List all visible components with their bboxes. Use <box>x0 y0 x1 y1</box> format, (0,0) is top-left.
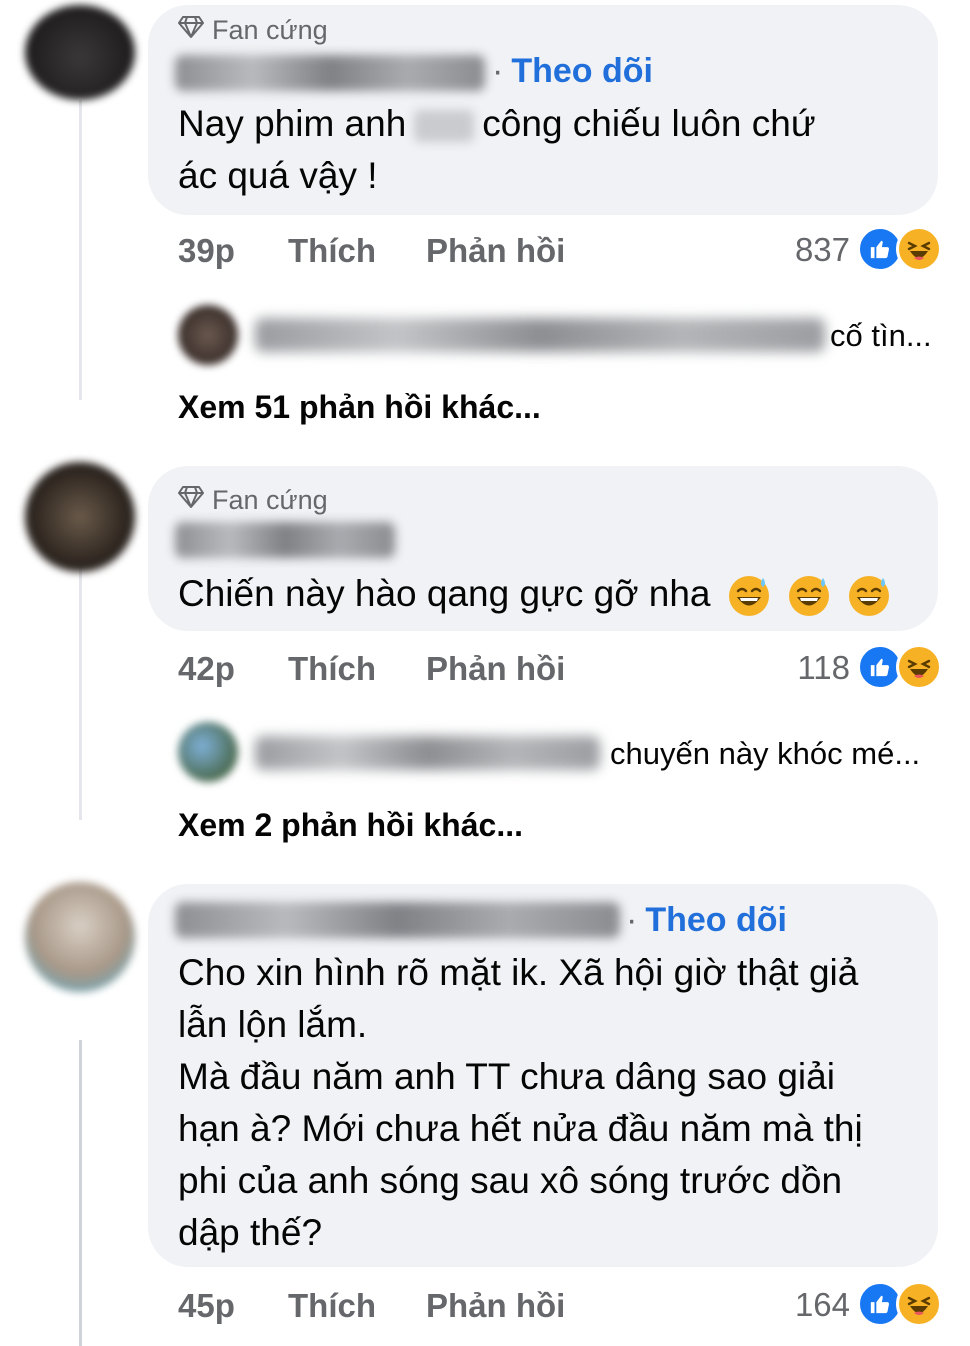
avatar[interactable] <box>25 5 135 100</box>
comment-text-part: công chiếu luôn chứ <box>482 103 816 144</box>
comment-line: Mà đầu năm anh TT chưa dâng sao giải <box>178 1056 835 1097</box>
like-button[interactable]: Thích <box>288 650 376 688</box>
comment-line: phi của anh sóng sau xô sóng trước dồn <box>178 1160 843 1201</box>
reply-preview[interactable]: chuyến này khóc mé... <box>610 736 920 772</box>
reaction-count[interactable]: 837 <box>780 231 850 269</box>
laughing-face-icon <box>896 644 942 690</box>
comment-text-part: Chiến này hào qang gực gỡ nha <box>178 573 711 614</box>
view-more-replies[interactable]: Xem 51 phản hồi khác... <box>178 389 541 426</box>
reply-button[interactable]: Phản hồi <box>426 650 565 688</box>
thread-line <box>79 1040 82 1346</box>
follow-label: Theo dõi <box>511 52 653 90</box>
timestamp[interactable]: 42p <box>178 650 235 688</box>
avatar[interactable] <box>25 882 135 992</box>
fan-badge: Fan cứng <box>178 15 328 46</box>
comment-line: lẫn lộn lắm. <box>178 1004 368 1045</box>
diamond-icon <box>178 15 204 46</box>
author-name[interactable] <box>175 902 620 938</box>
comment-text: Nay phim anh công chiếu luôn chứ ác quá v… <box>178 98 918 202</box>
laughing-face-icon <box>896 226 942 272</box>
comment-line: Nay phim anh công chiếu luôn chứ <box>178 98 918 150</box>
thread-line <box>79 560 82 820</box>
avatar[interactable] <box>25 462 135 572</box>
follow-button[interactable]: · Theo dõi <box>492 52 653 91</box>
follow-button[interactable]: · Theo dõi <box>626 901 787 940</box>
comment-text: Cho xin hình rõ mặt ik. Xã hội giờ thật … <box>178 947 928 1259</box>
thread-line <box>79 100 82 400</box>
comment-line: hạn à? Mới chưa hết nửa đầu năm mà thị <box>178 1108 863 1149</box>
reply-preview[interactable]: cố tìn... <box>830 318 932 354</box>
comment-line: dập thế? <box>178 1212 323 1253</box>
reaction-count[interactable]: 118 <box>780 649 850 687</box>
separator-dot: · <box>626 901 638 939</box>
author-name[interactable] <box>175 522 395 558</box>
view-more-replies[interactable]: Xem 2 phản hồi khác... <box>178 807 523 844</box>
grinning-sweat-emoji <box>789 576 830 617</box>
timestamp[interactable]: 39p <box>178 232 235 270</box>
comment-text: Chiến này hào qang gực gỡ nha <box>178 568 918 620</box>
grinning-sweat-emoji <box>728 576 769 617</box>
follow-label: Theo dõi <box>645 901 787 939</box>
separator-dot: · <box>492 52 504 90</box>
badge-label: Fan cứng <box>212 15 328 45</box>
laughing-face-icon <box>896 1281 942 1327</box>
fan-badge: Fan cứng <box>178 485 328 516</box>
reply-author-name[interactable] <box>255 318 825 352</box>
grinning-sweat-emoji <box>849 576 890 617</box>
diamond-icon <box>178 485 204 516</box>
comment-line: Cho xin hình rõ mặt ik. Xã hội giờ thật … <box>178 952 859 993</box>
reply-author-name[interactable] <box>255 736 600 770</box>
author-name[interactable] <box>175 55 485 91</box>
reply-avatar[interactable] <box>178 722 238 782</box>
like-button[interactable]: Thích <box>288 1287 376 1325</box>
comment-line: ác quá vậy ! <box>178 155 378 196</box>
comment-text-part: Nay phim anh <box>178 103 407 144</box>
reply-avatar[interactable] <box>178 305 238 365</box>
reaction-count[interactable]: 164 <box>780 1286 850 1324</box>
timestamp[interactable]: 45p <box>178 1287 235 1325</box>
redacted-text <box>414 110 475 143</box>
like-button[interactable]: Thích <box>288 232 376 270</box>
badge-label: Fan cứng <box>212 485 328 515</box>
reply-button[interactable]: Phản hồi <box>426 232 565 270</box>
reply-button[interactable]: Phản hồi <box>426 1287 565 1325</box>
